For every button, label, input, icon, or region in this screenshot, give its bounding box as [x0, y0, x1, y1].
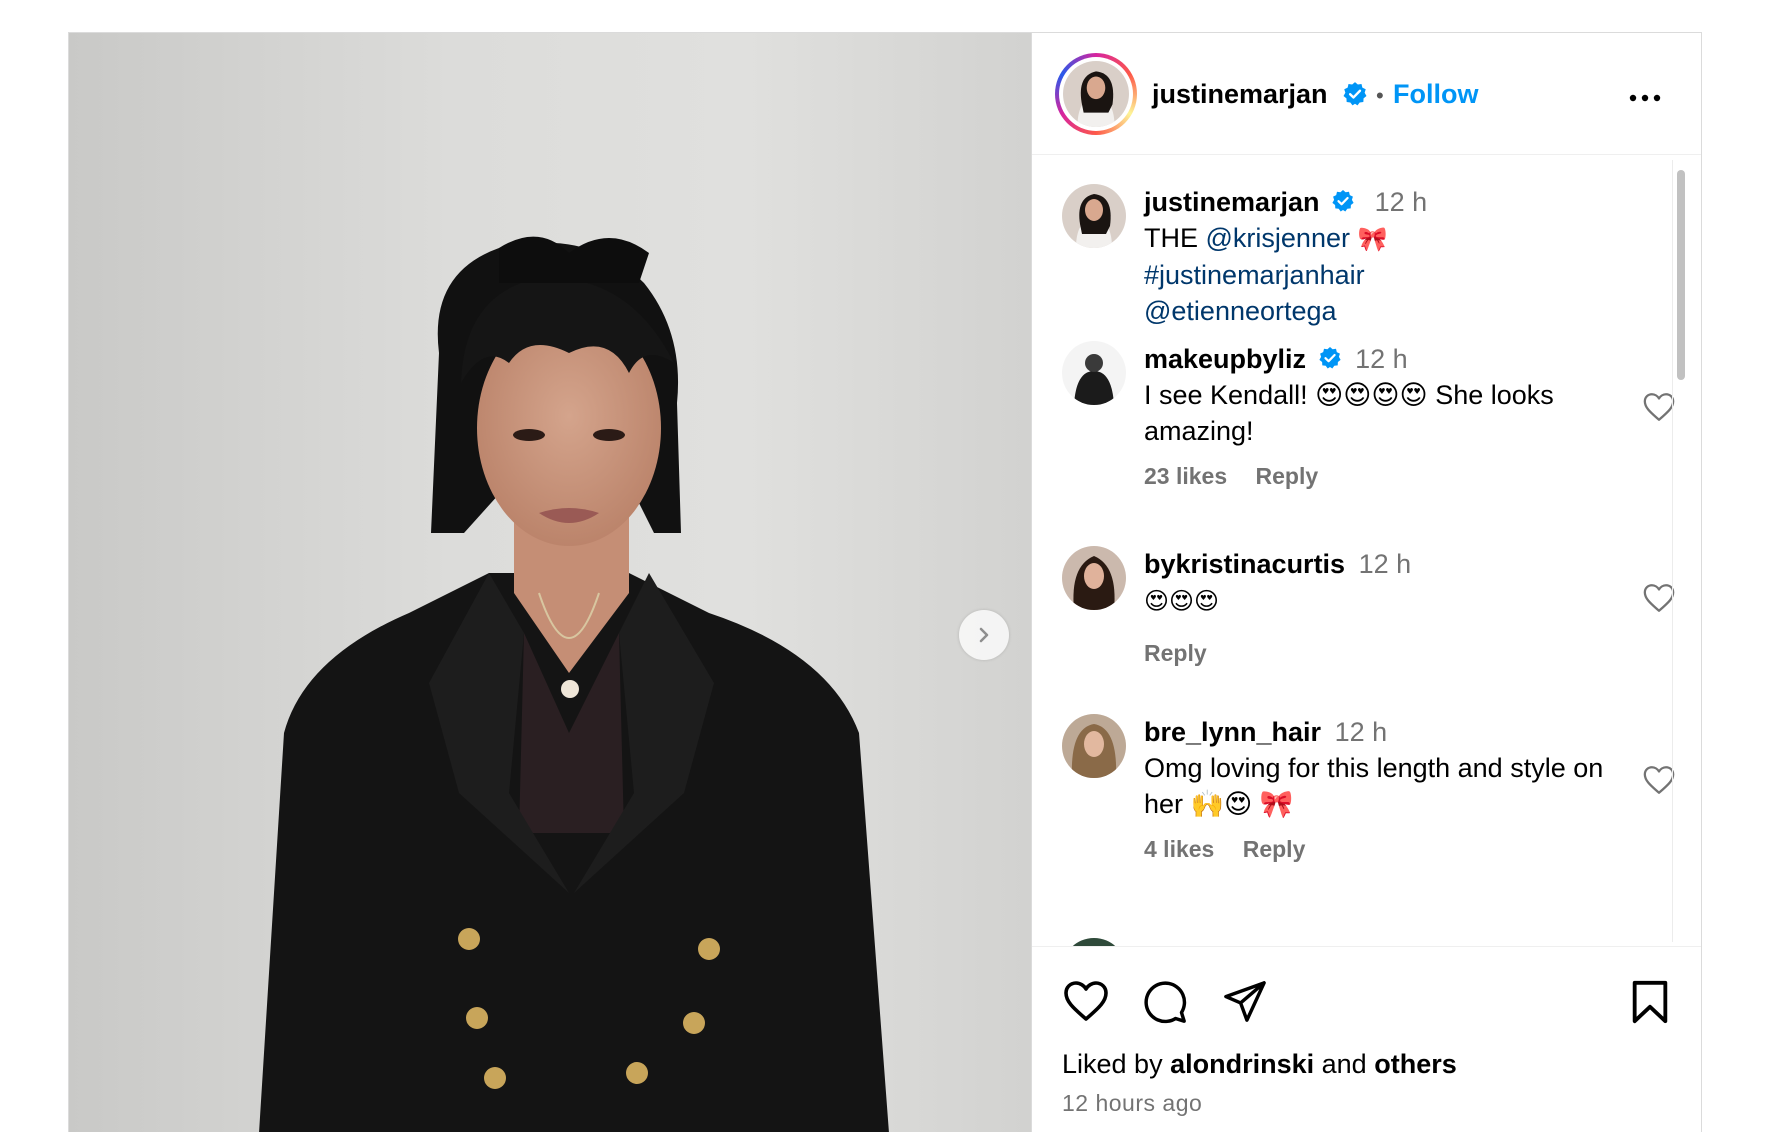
- comment-username[interactable]: makeupbyliz: [1144, 344, 1306, 374]
- verified-badge-icon: [1318, 346, 1341, 369]
- comment-item: bre_lynn_hair 12 h Omg loving for this l…: [1062, 714, 1675, 884]
- reply-button[interactable]: Reply: [1256, 463, 1319, 489]
- author-username[interactable]: justinemarjan: [1152, 79, 1328, 110]
- heart-icon[interactable]: [1062, 979, 1110, 1023]
- post-header: justinemarjan • Follow: [1032, 33, 1701, 155]
- liked-others-link[interactable]: others: [1374, 1049, 1457, 1079]
- heart-icon[interactable]: [1642, 582, 1676, 614]
- next-arrow-icon: [979, 627, 989, 643]
- comment-text: 😍😍😍: [1144, 587, 1220, 615]
- comment-time: 12 h: [1355, 344, 1408, 374]
- comment-meta: Reply: [1144, 640, 1229, 667]
- post-side-panel: justinemarjan • Follow justinemarjan 12 …: [1031, 33, 1701, 1132]
- caption-avatar[interactable]: [1062, 184, 1126, 248]
- scrollbar-thumb[interactable]: [1677, 170, 1685, 380]
- post-timestamp[interactable]: 12 hours ago: [1062, 1090, 1202, 1117]
- post-media[interactable]: [69, 33, 1031, 1132]
- comments-scrollbar[interactable]: [1672, 160, 1688, 942]
- next-slide-button[interactable]: [959, 610, 1009, 660]
- caption-prefix: THE: [1144, 223, 1198, 253]
- commenter-avatar[interactable]: [1062, 938, 1126, 946]
- comment-likes[interactable]: 4 likes: [1144, 836, 1214, 862]
- share-icon[interactable]: [1222, 979, 1268, 1023]
- heart-icon[interactable]: [1642, 391, 1676, 423]
- commenter-avatar[interactable]: [1062, 341, 1126, 405]
- more-options-icon[interactable]: [1625, 88, 1665, 108]
- comment-time: 12 h: [1334, 717, 1388, 747]
- separator-dot: •: [1376, 83, 1384, 108]
- story-ring[interactable]: [1055, 53, 1137, 135]
- verified-badge-icon: [1343, 82, 1367, 106]
- mention-link[interactable]: @krisjenner: [1206, 223, 1350, 253]
- comment-item: bykristinacurtis 12 h 😍😍😍 Reply: [1062, 546, 1675, 686]
- comment-likes[interactable]: 23 likes: [1144, 463, 1227, 489]
- caption-time: 12 h: [1374, 187, 1428, 217]
- bookmark-icon[interactable]: [1630, 979, 1670, 1025]
- post-photo: [259, 236, 889, 1132]
- comment-username[interactable]: bykristinacurtis: [1144, 549, 1345, 579]
- verified-badge-icon: [1332, 189, 1354, 212]
- comment-time: 12 h: [1358, 549, 1412, 579]
- comment-text: Omg loving for this length and style on …: [1144, 753, 1604, 819]
- liked-by: Liked by alondrinski and others: [1062, 1049, 1457, 1080]
- reply-button[interactable]: Reply: [1144, 640, 1207, 666]
- bow-emoji: 🎀: [1357, 225, 1388, 253]
- comment-text: I see Kendall! 😍😍😍😍 She looks amazing!: [1144, 380, 1554, 446]
- heart-icon[interactable]: [1642, 764, 1676, 796]
- caption-username[interactable]: justinemarjan: [1144, 187, 1320, 217]
- hashtag-link[interactable]: #justinemarjanhair: [1144, 260, 1365, 290]
- comment-icon[interactable]: [1142, 979, 1188, 1025]
- follow-button[interactable]: Follow: [1393, 79, 1478, 110]
- liked-prefix: Liked by: [1062, 1049, 1163, 1079]
- comment-meta: 4 likes Reply: [1144, 836, 1327, 863]
- reply-button[interactable]: Reply: [1243, 836, 1306, 862]
- comment-item: makeupbyliz 12 h I see Kendall! 😍😍😍😍 She…: [1062, 341, 1675, 511]
- post-dialog: justinemarjan • Follow justinemarjan 12 …: [68, 32, 1702, 1132]
- author-avatar: [1063, 61, 1129, 127]
- post-actions: Liked by alondrinski and others 12 hours…: [1032, 946, 1701, 1132]
- mention-link[interactable]: @etienneortega: [1144, 296, 1337, 326]
- comment-username[interactable]: bre_lynn_hair: [1144, 717, 1321, 747]
- comments-list[interactable]: justinemarjan 12 h THE @krisjenner 🎀 #ju…: [1032, 156, 1701, 946]
- commenter-avatar[interactable]: [1062, 546, 1126, 610]
- commenter-avatar[interactable]: [1062, 714, 1126, 778]
- liked-user-link[interactable]: alondrinski: [1170, 1049, 1314, 1079]
- liked-and: and: [1321, 1049, 1367, 1079]
- caption: justinemarjan 12 h THE @krisjenner 🎀 #ju…: [1062, 184, 1652, 326]
- comment-meta: 23 likes Reply: [1144, 463, 1340, 490]
